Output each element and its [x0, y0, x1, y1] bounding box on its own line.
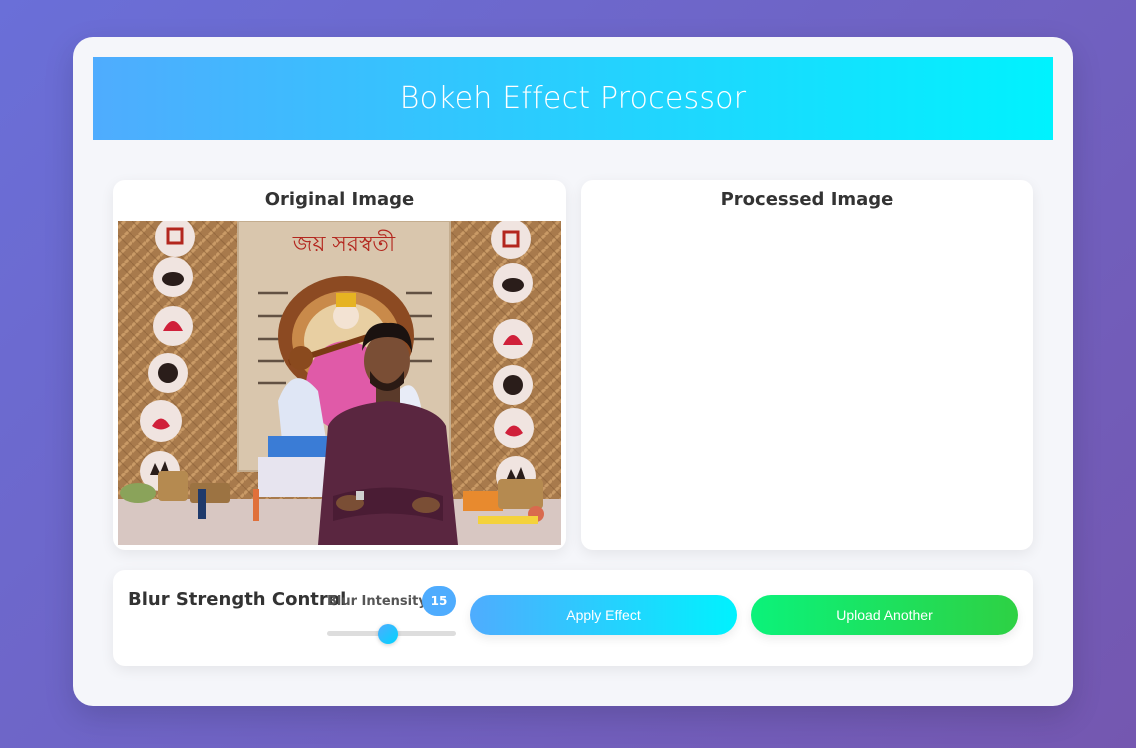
banner-script: জয় সরস্বতী — [292, 230, 396, 257]
apply-effect-button[interactable]: Apply Effect — [470, 595, 737, 635]
app-card: Bokeh Effect Processor Original Image জয… — [73, 37, 1073, 706]
controls-title: Blur Strength Control — [128, 589, 347, 610]
blur-intensity-label: Blur Intensity — [327, 594, 427, 609]
original-image-panel: Original Image জয় সরস্বতী — [113, 180, 566, 550]
header-banner: Bokeh Effect Processor — [93, 57, 1053, 140]
original-photo: জয় সরস্বতী — [118, 221, 561, 545]
processed-image-panel: Processed Image — [581, 180, 1033, 550]
page-title: Bokeh Effect Processor — [399, 81, 747, 116]
blur-intensity-slider[interactable] — [327, 624, 456, 644]
slider-thumb[interactable] — [377, 624, 398, 644]
processed-image-title: Processed Image — [720, 189, 894, 210]
original-image-title: Original Image — [264, 189, 415, 210]
controls-panel: Blur Strength Control Blur Intensity 15 … — [113, 570, 1033, 666]
upload-another-button[interactable]: Upload Another — [751, 595, 1018, 635]
blur-intensity-value: 15 — [422, 586, 456, 616]
